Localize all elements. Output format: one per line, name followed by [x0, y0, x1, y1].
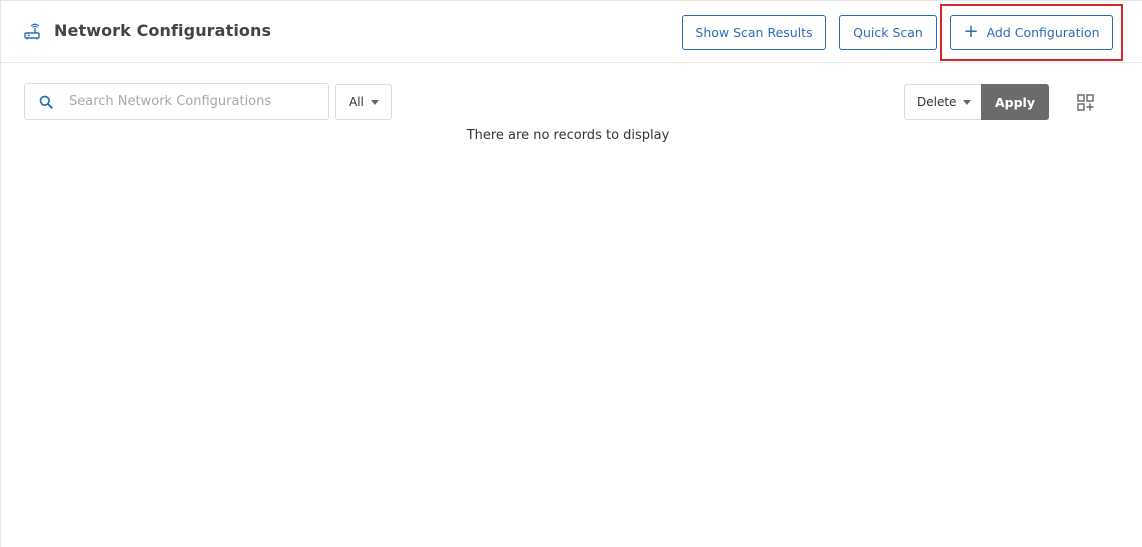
page: Network Configurations Show Scan Results… [0, 0, 1142, 547]
caret-down-icon [963, 99, 972, 105]
search-input[interactable] [69, 84, 319, 119]
show-scan-results-label: Show Scan Results [695, 25, 813, 40]
plus-icon: + [963, 20, 979, 42]
grid-add-icon[interactable] [1077, 94, 1094, 111]
search-icon [39, 95, 53, 109]
add-configuration-button[interactable]: + Add Configuration [950, 15, 1113, 50]
apply-label: Apply [994, 94, 1035, 110]
page-title: Network Configurations [54, 21, 272, 40]
filter-selected-value: All [349, 95, 364, 109]
quick-scan-button[interactable]: Quick Scan [839, 15, 937, 50]
router-icon [24, 23, 40, 40]
page-header: Network Configurations Show Scan Results… [1, 1, 1142, 63]
bulk-action-selected-value: Delete [917, 95, 957, 109]
empty-state-message: There are no records to display [466, 128, 670, 143]
bulk-action-select[interactable]: Delete [904, 84, 982, 120]
search-box [24, 83, 329, 120]
filter-select[interactable]: All [335, 84, 392, 120]
caret-down-icon [370, 99, 379, 105]
add-configuration-label: Add Configuration [986, 25, 1100, 40]
apply-button[interactable]: Apply [981, 84, 1049, 120]
show-scan-results-button[interactable]: Show Scan Results [682, 15, 826, 50]
quick-scan-label: Quick Scan [853, 25, 923, 40]
